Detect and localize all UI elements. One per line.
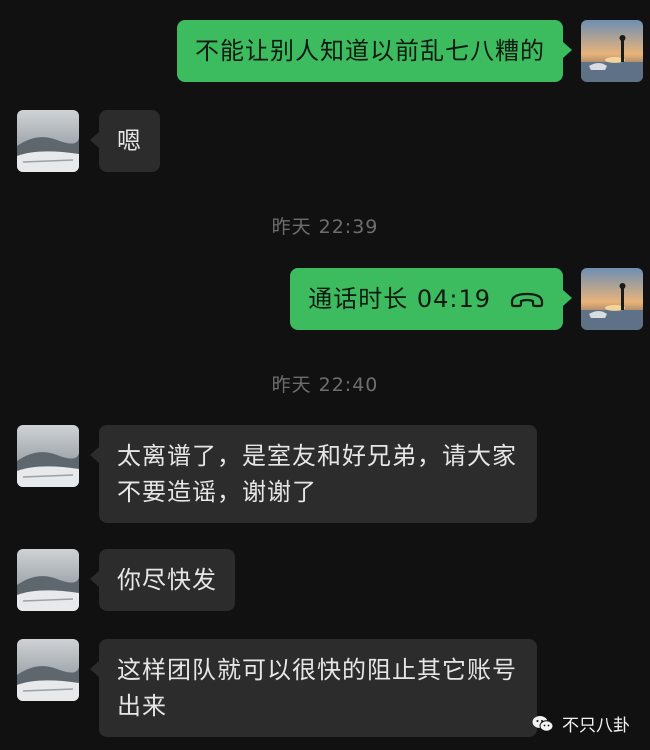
my-avatar[interactable] <box>581 268 643 330</box>
incoming-message[interactable]: 你尽快发 <box>90 549 235 611</box>
incoming-message[interactable]: 太离谱了，是室友和好兄弟，请大家不要造谣，谢谢了 <box>90 425 537 523</box>
watermark-text: 不只八卦 <box>562 716 630 736</box>
my-avatar[interactable] <box>581 20 643 82</box>
sunset-photo-icon <box>581 20 643 82</box>
wechat-logo-icon <box>532 715 554 733</box>
landscape-photo-icon <box>17 425 79 487</box>
sunset-photo-icon <box>581 268 643 330</box>
message-text: 不能让别人知道以前乱七八糟的 <box>195 37 545 65</box>
call-record-bubble[interactable]: 通话时长 04:19 <box>290 268 572 330</box>
message-text: 你尽快发 <box>117 566 217 594</box>
contact-avatar[interactable] <box>17 425 79 487</box>
incoming-message[interactable]: 嗯 <box>90 110 160 172</box>
message-text: 嗯 <box>117 127 142 155</box>
message-text: 太离谱了，是室友和好兄弟，请大家不要造谣，谢谢了 <box>117 442 517 506</box>
phone-hangup-icon <box>509 289 545 309</box>
contact-avatar[interactable] <box>17 110 79 172</box>
incoming-message[interactable]: 这样团队就可以很快的阻止其它账号出来 <box>90 639 537 737</box>
call-duration-text: 通话时长 04:19 <box>308 285 491 313</box>
timestamp: 昨天 22:39 <box>271 216 379 238</box>
message-text: 这样团队就可以很快的阻止其它账号出来 <box>117 656 517 720</box>
watermark: 不只八卦 <box>532 711 630 736</box>
outgoing-message[interactable]: 不能让别人知道以前乱七八糟的 <box>177 20 572 82</box>
timestamp: 昨天 22:40 <box>271 374 379 396</box>
landscape-photo-icon <box>17 110 79 172</box>
contact-avatar[interactable] <box>17 639 79 701</box>
landscape-photo-icon <box>17 549 79 611</box>
contact-avatar[interactable] <box>17 549 79 611</box>
landscape-photo-icon <box>17 639 79 701</box>
